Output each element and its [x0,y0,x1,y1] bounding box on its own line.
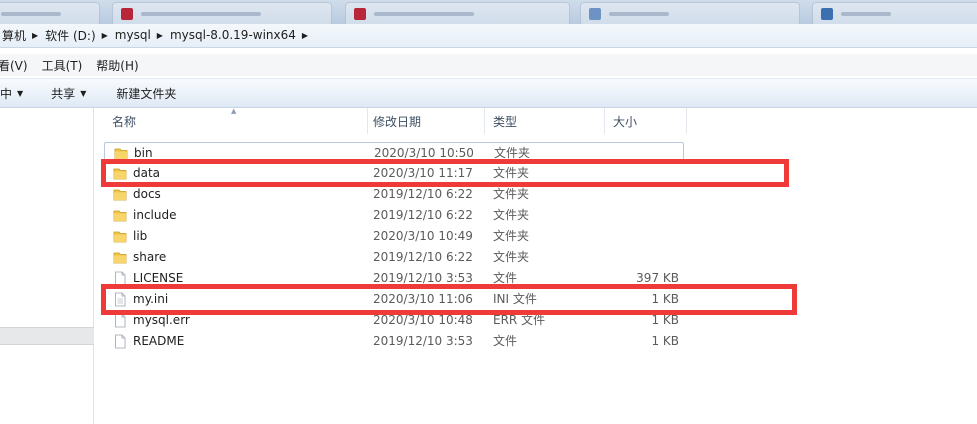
file-name: README [133,334,185,348]
browser-tab[interactable] [812,2,977,24]
breadcrumb-mysql-folder[interactable]: mysql-8.0.19-winx64 [168,28,298,42]
file-size: 1 KB [651,334,679,348]
file-name: include [133,208,177,222]
file-name: share [133,250,167,264]
column-header-name[interactable]: 名称 [104,108,368,134]
highlight-box-my-ini [101,284,797,315]
breadcrumb-arrow-icon[interactable]: ▶ [102,31,108,40]
browser-tab[interactable] [580,2,800,24]
chevron-down-icon: ▼ [80,88,87,98]
folder-icon [113,250,127,265]
breadcrumb-drive[interactable]: 软件 (D:) [43,27,97,44]
column-header-type[interactable]: 类型 [485,108,605,134]
highlight-box-data [101,159,789,187]
breadcrumb-arrow-icon[interactable]: ▶ [32,31,38,40]
column-header: ▲ 名称 修改日期 类型 大小 [104,107,688,134]
file-date: 2020/3/10 10:49 [373,229,473,243]
include-in-library-label: 中 [0,86,13,101]
file-date: 2019/12/10 3:53 [373,334,473,348]
nav-selected-item[interactable] [0,327,94,345]
file-type: 文件夹 [493,187,530,201]
browser-tab[interactable] [345,2,570,24]
address-bar[interactable]: 算机 ▶ 软件 (D:) ▶ mysql ▶ mysql-8.0.19-winx… [0,24,977,48]
share-button[interactable]: 共享 ▼ [51,85,86,102]
file-date: 2019/12/10 6:22 [373,208,473,222]
file-row[interactable]: include 2019/12/10 6:22 文件夹 [104,205,684,226]
breadcrumb-arrow-icon[interactable]: ▶ [157,31,163,40]
new-folder-button[interactable]: 新建文件夹 [116,85,176,102]
file-size [609,205,679,226]
breadcrumb-computer[interactable]: 算机 [0,27,28,44]
file-name: docs [133,187,161,201]
file-row[interactable]: share 2019/12/10 6:22 文件夹 [104,247,684,268]
breadcrumb-mysql[interactable]: mysql [113,28,153,42]
browser-tab[interactable] [112,2,332,24]
menu-tools[interactable]: 工具(T) [42,57,83,74]
file-row[interactable]: lib 2020/3/10 10:49 文件夹 [104,226,684,247]
file-list[interactable]: ▲ 名称 修改日期 类型 大小 bin 2020/3/10 10:50 文件夹 … [104,107,977,424]
include-in-library-button[interactable]: 中 ▼ [0,85,23,102]
share-label: 共享 [51,86,76,101]
breadcrumb-arrow-icon[interactable]: ▶ [302,31,308,40]
chevron-down-icon: ▼ [17,88,24,98]
file-row[interactable]: README 2019/12/10 3:53 文件 1 KB [104,331,684,352]
file-type: 文件 [493,334,518,348]
file-type: 文件夹 [493,208,530,222]
browser-tab[interactable] [0,2,100,24]
file-type: 文件夹 [493,250,530,264]
menu-view[interactable]: 看(V) [0,57,28,74]
file-icon [113,313,127,328]
toolbar: 中 ▼ 共享 ▼ 新建文件夹 [0,78,977,108]
file-size [609,247,679,268]
file-date: 2019/12/10 6:22 [373,250,473,264]
folder-icon [113,208,127,223]
breadcrumb: 算机 ▶ 软件 (D:) ▶ mysql ▶ mysql-8.0.19-winx… [0,24,313,46]
navigation-pane[interactable] [0,108,94,424]
menu-bar: 看(V) 工具(T) 帮助(H) [0,54,977,76]
file-date: 2019/12/10 6:22 [373,187,473,201]
file-size [609,184,679,205]
column-header-date[interactable]: 修改日期 [365,108,485,134]
menu-help[interactable]: 帮助(H) [96,57,138,74]
new-folder-label: 新建文件夹 [116,86,177,101]
folder-icon [113,187,127,202]
column-header-size[interactable]: 大小 [605,108,687,134]
file-size [609,226,679,247]
folder-icon [113,229,127,244]
file-row[interactable]: docs 2019/12/10 6:22 文件夹 [104,184,684,205]
browser-tab-strip [0,0,977,24]
file-icon [113,334,127,349]
file-type: 文件夹 [493,229,530,243]
file-name: lib [133,229,148,243]
